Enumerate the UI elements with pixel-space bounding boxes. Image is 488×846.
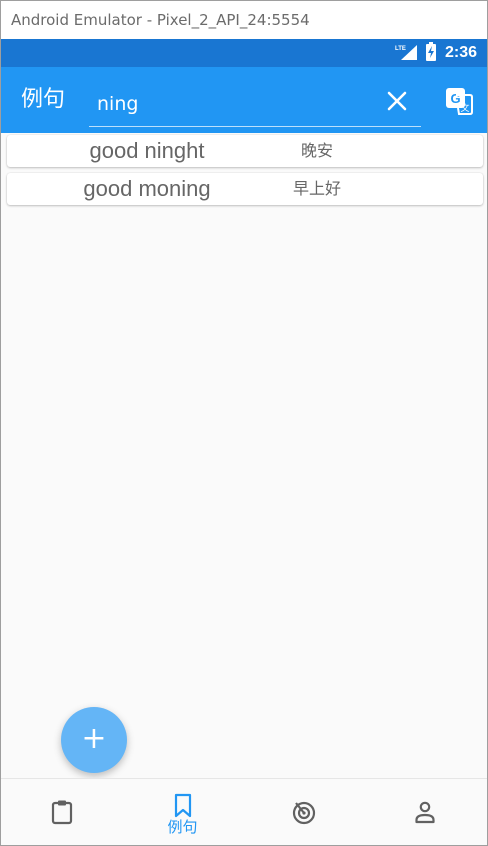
clipboard-icon [51, 800, 73, 825]
bottom-nav: 例句 [1, 778, 487, 845]
search-input[interactable] [97, 87, 367, 121]
search-field [89, 81, 421, 127]
nav-item-clipboard[interactable] [1, 779, 122, 846]
status-bar: LTE 2:36 [1, 39, 487, 67]
add-button[interactable]: + [61, 707, 127, 773]
lte-signal-icon: LTE [395, 45, 417, 60]
svg-text:LTE: LTE [395, 46, 406, 52]
app-bar: 例句 G 文 [1, 67, 487, 133]
list-item[interactable]: good moning 早上好 [7, 173, 483, 205]
battery-icon [426, 42, 436, 61]
nav-label-sentences: 例句 [167, 818, 198, 836]
person-icon [415, 801, 435, 824]
plus-icon: + [81, 721, 107, 756]
radar-icon [292, 801, 316, 825]
nav-item-radar[interactable] [243, 779, 364, 846]
status-time: 2:36 [445, 44, 478, 61]
window-title: Android Emulator - Pixel_2_API_24:5554 [1, 1, 487, 39]
svg-text:G: G [450, 91, 460, 106]
sentence-chinese: 晚安 [300, 141, 333, 160]
translate-icon[interactable]: G 文 [445, 87, 473, 115]
sentence-english: good moning [83, 176, 211, 201]
nav-item-sentences[interactable]: 例句 [122, 779, 243, 846]
bookmark-icon [174, 793, 192, 818]
list-item[interactable]: good ninght 晚安 [7, 135, 483, 167]
page-title: 例句 [21, 87, 66, 112]
nav-item-profile[interactable] [364, 779, 485, 846]
sentence-chinese: 早上好 [292, 179, 341, 198]
emulator-frame: Android Emulator - Pixel_2_API_24:5554 L… [0, 0, 488, 846]
close-icon[interactable] [383, 87, 411, 115]
svg-text:文: 文 [460, 102, 469, 114]
sentence-english: good ninght [89, 138, 205, 163]
sentence-list: good ninght 晚安 good moning 早上好 [7, 135, 483, 211]
